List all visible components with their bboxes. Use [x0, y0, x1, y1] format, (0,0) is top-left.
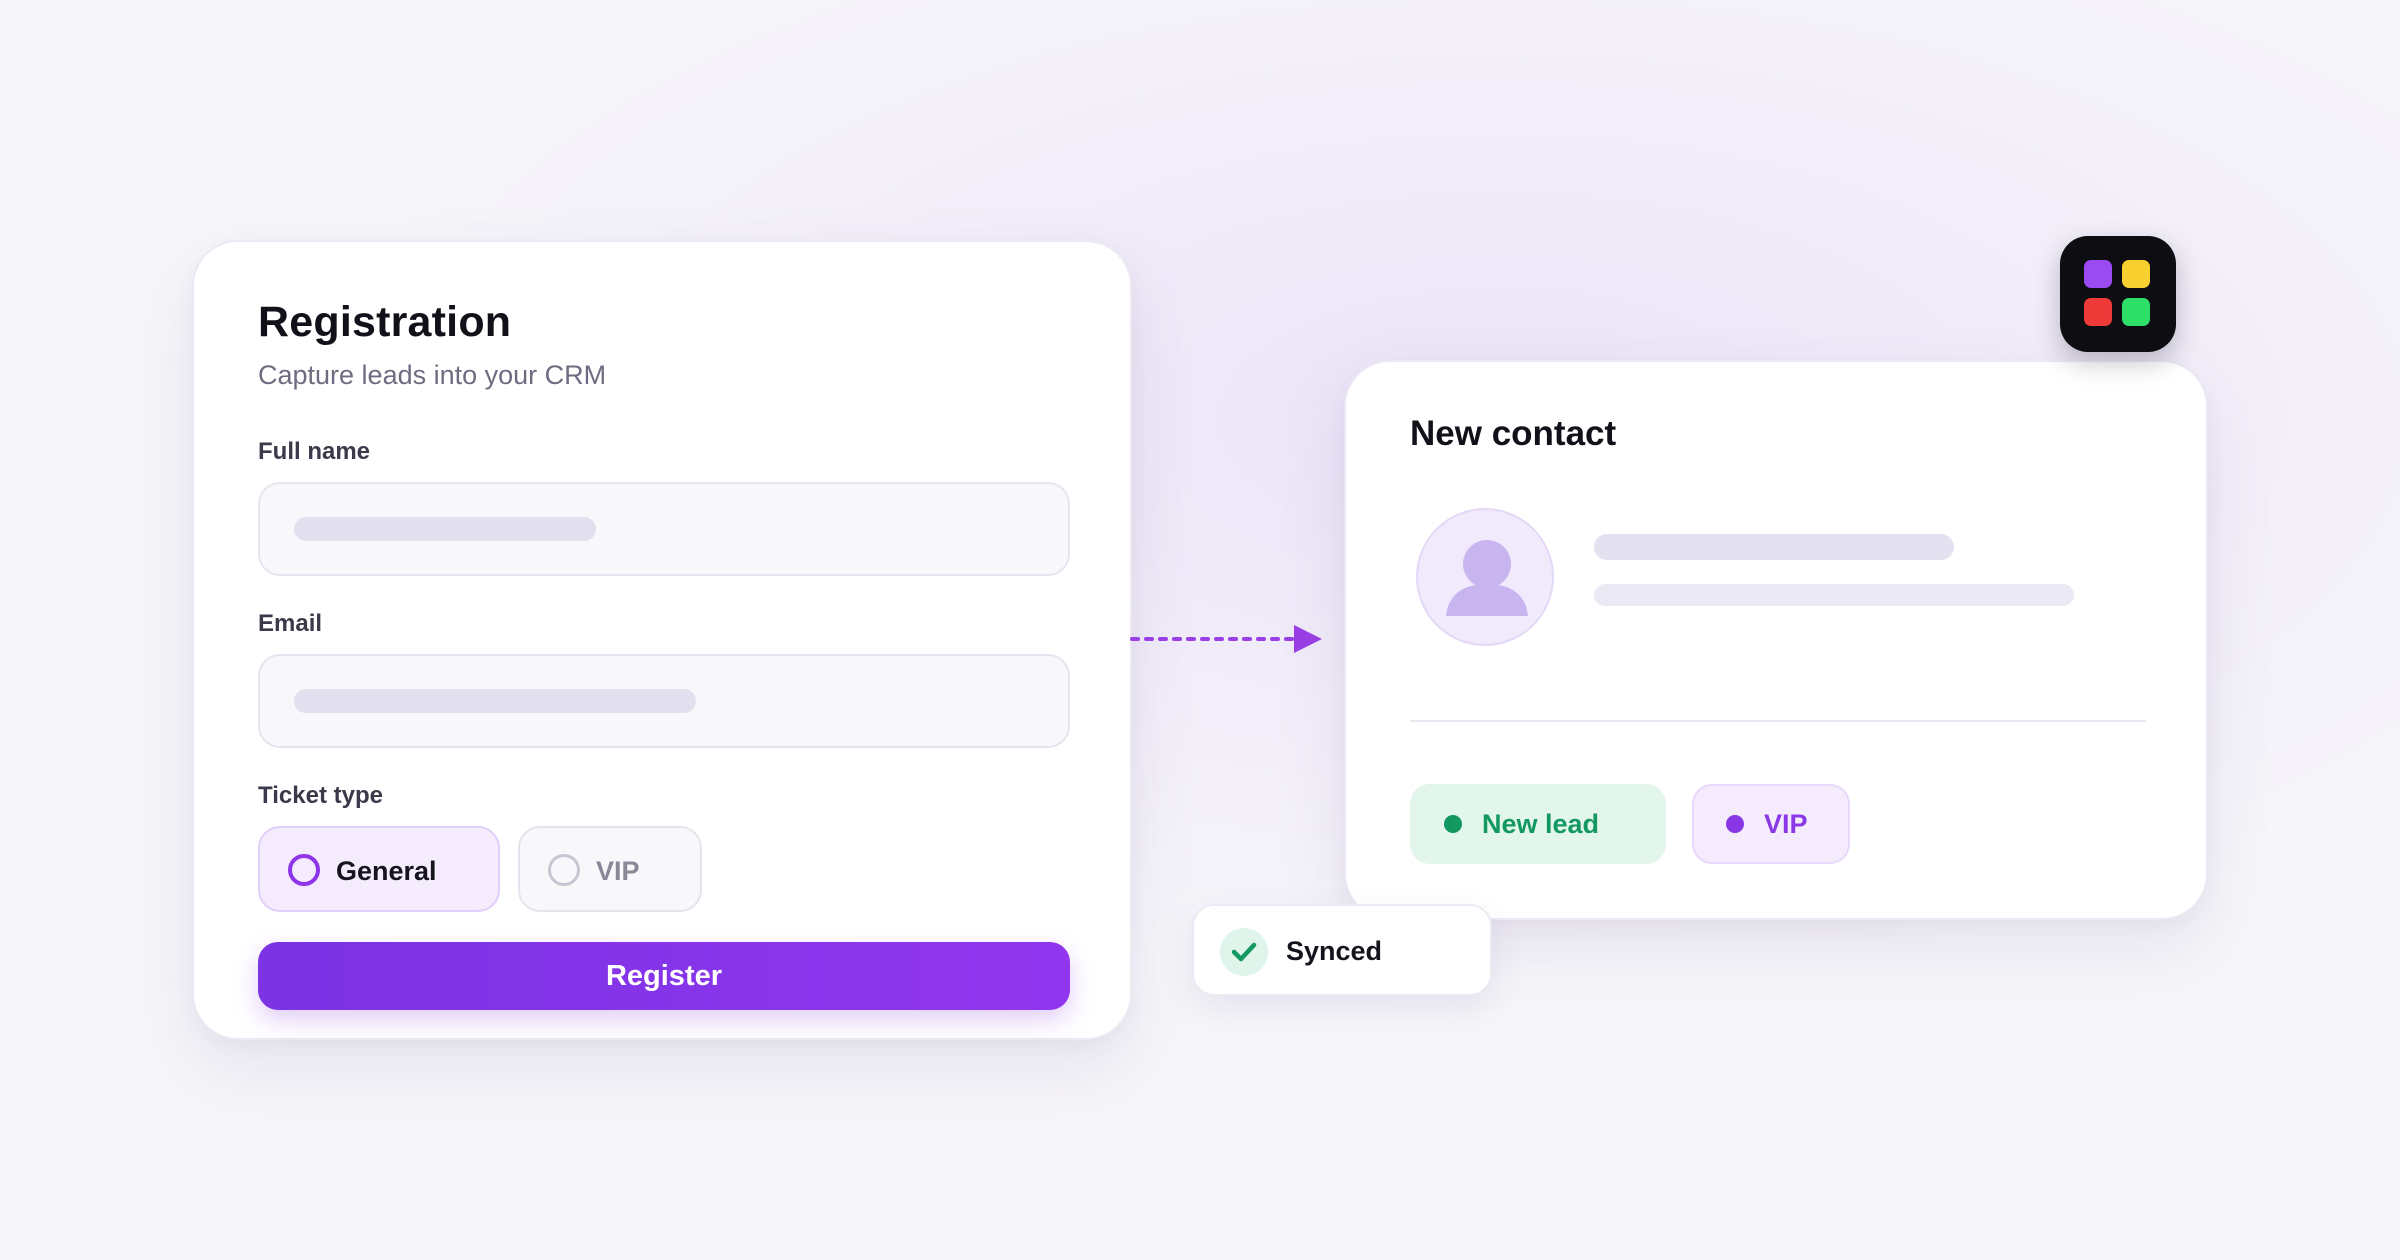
full-name-label: Full name	[258, 438, 371, 465]
synced-label: Synced	[1286, 936, 1383, 966]
logo-square	[2084, 298, 2112, 326]
radio-selected-icon	[288, 854, 320, 886]
app-logo-icon	[2060, 236, 2176, 352]
tag-vip[interactable]: VIP	[1692, 784, 1850, 864]
user-avatar-icon	[1416, 508, 1554, 646]
ticket-option-vip[interactable]: VIP	[518, 826, 702, 912]
synced-toast: Synced	[1192, 904, 1492, 996]
check-icon	[1220, 928, 1268, 976]
contact-detail-skeleton	[1594, 584, 2074, 606]
logo-square	[2122, 298, 2150, 326]
logo-square	[2122, 260, 2150, 288]
status-dot-icon	[1726, 815, 1744, 833]
divider	[1410, 720, 2146, 722]
registration-subtitle: Capture leads into your CRM	[258, 360, 607, 390]
tag-label: New lead	[1482, 808, 1600, 839]
tag-label: VIP	[1764, 808, 1808, 839]
register-button[interactable]: Register	[258, 942, 1070, 1010]
email-label: Email	[258, 610, 323, 637]
arrow-right-icon	[1130, 625, 1322, 653]
registration-card: Registration Capture leads into your CRM…	[192, 240, 1132, 1040]
full-name-placeholder-skeleton	[294, 517, 596, 541]
radio-unselected-icon	[548, 854, 580, 886]
email-field[interactable]	[258, 654, 1070, 748]
email-placeholder-skeleton	[294, 689, 696, 713]
new-contact-card: New contact New lead VIP	[1344, 360, 2208, 920]
logo-square	[2084, 260, 2112, 288]
tag-new-lead[interactable]: New lead	[1410, 784, 1666, 864]
contact-title: New contact	[1410, 414, 1617, 453]
ticket-option-general[interactable]: General	[258, 826, 500, 912]
registration-title: Registration	[258, 298, 512, 346]
full-name-field[interactable]	[258, 482, 1070, 576]
ticket-type-label: Ticket type	[258, 782, 383, 809]
ticket-option-label: General	[336, 856, 437, 886]
contact-name-skeleton	[1594, 534, 1954, 560]
ticket-option-label: VIP	[596, 856, 640, 886]
status-dot-icon	[1444, 815, 1462, 833]
